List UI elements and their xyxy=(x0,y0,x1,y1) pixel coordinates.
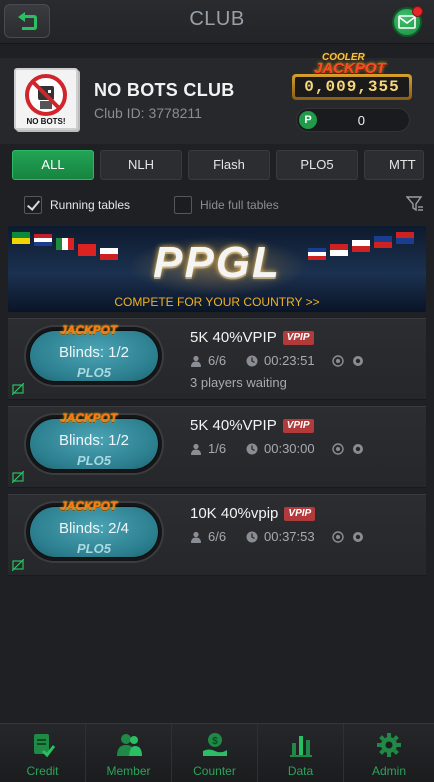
clock-icon xyxy=(246,355,258,367)
waiting-count: 3 players waiting xyxy=(190,375,287,390)
tab-mtt[interactable]: MTT xyxy=(364,150,424,180)
mail-button[interactable] xyxy=(392,6,423,37)
seat-count: 6/6 xyxy=(208,353,227,368)
jackpot-badge: JACKPOT xyxy=(60,411,118,425)
hide-full-tables-label: Hide full tables xyxy=(200,198,279,212)
jackpot-badge: JACKPOT xyxy=(60,323,118,337)
ppgl-logo: PPGL xyxy=(153,238,281,287)
member-icon xyxy=(116,734,142,756)
player-icon xyxy=(191,355,201,367)
svg-text:$: $ xyxy=(212,736,218,747)
jackpot-counter: 0,009,355 xyxy=(292,74,412,100)
mail-icon xyxy=(398,15,416,29)
no-bots-corner-icon xyxy=(12,559,24,571)
vpip-tag: VPIP xyxy=(284,507,316,521)
table-row[interactable]: JACKPOT Blinds: 1/2 PLO5 5K 40%VPIP VPIP … xyxy=(8,406,426,488)
table-row[interactable]: JACKPOT Blinds: 2/4 PLO5 10K 40%vpip VPIP… xyxy=(8,494,426,576)
nav-admin[interactable]: Admin xyxy=(344,724,434,782)
club-name: NO BOTS CLUB xyxy=(94,80,235,100)
timer-icon xyxy=(332,531,344,543)
clock-icon xyxy=(246,531,258,543)
tab-plo5[interactable]: PLO5 xyxy=(276,150,358,180)
ante-icon xyxy=(353,532,363,542)
data-icon xyxy=(289,736,312,757)
nav-data[interactable]: Data xyxy=(258,724,344,782)
notification-dot xyxy=(412,6,423,17)
table-name: 5K 40%VPIP xyxy=(190,329,277,346)
points-balance: P 0 xyxy=(296,108,410,132)
game-type-tabs: ALL NLH Flash PLO5 MTT xyxy=(0,150,434,182)
nav-counter-label: Counter xyxy=(193,764,236,778)
tab-flash[interactable]: Flash xyxy=(188,150,270,180)
jackpot-value: 0,009,355 xyxy=(295,77,409,97)
elapsed-time: 00:23:51 xyxy=(264,353,315,368)
table-title: 5K 40%VPIP VPIP xyxy=(190,329,314,346)
club-info-panel: NO BOTS! NO BOTS CLUB Club ID: 3778211 C… xyxy=(0,52,434,144)
filter-row: Running tables Hide full tables xyxy=(0,192,434,218)
table-chip: JACKPOT Blinds: 2/4 PLO5 xyxy=(24,499,164,563)
player-icon xyxy=(191,531,201,543)
nav-member-label: Member xyxy=(106,764,151,778)
no-bots-corner-icon xyxy=(12,471,24,483)
nav-admin-label: Admin xyxy=(371,764,406,778)
table-title: 5K 40%VPIP VPIP xyxy=(190,417,314,434)
blinds-label: Blinds: 2/4 xyxy=(58,520,130,537)
table-name: 5K 40%VPIP xyxy=(190,417,277,434)
club-logo-label: NO BOTS! xyxy=(26,117,66,126)
ante-icon xyxy=(353,356,363,366)
tab-all[interactable]: ALL xyxy=(12,150,94,180)
jackpot-badge: JACKPOT xyxy=(60,499,118,513)
cooler-jackpot[interactable]: COOLER JACKPOT 0,009,355 xyxy=(292,52,414,108)
tab-nlh[interactable]: NLH xyxy=(100,150,182,180)
game-type-label: PLO5 xyxy=(77,365,111,380)
timer-icon xyxy=(332,443,344,455)
hide-full-tables-checkbox[interactable] xyxy=(174,196,192,214)
blinds-label: Blinds: 1/2 xyxy=(58,432,130,449)
banner-subtitle[interactable]: COMPETE FOR YOUR COUNTRY >> xyxy=(8,295,426,309)
vpip-tag: VPIP xyxy=(282,331,314,345)
table-chip: JACKPOT Blinds: 1/2 PLO5 xyxy=(24,411,164,475)
nav-counter[interactable]: $ Counter xyxy=(172,724,258,782)
page-title: CLUB xyxy=(189,8,245,30)
top-bar: CLUB xyxy=(0,0,434,44)
club-logo[interactable]: NO BOTS! xyxy=(14,68,78,130)
clock-icon xyxy=(246,443,258,455)
ppgl-banner[interactable]: PPGL COMPETE FOR YOUR COUNTRY >> xyxy=(8,226,426,312)
table-chip: JACKPOT Blinds: 1/2 PLO5 xyxy=(24,323,164,387)
club-screen: CLUB NO BOTS! NO BOTS CLUB Club ID: 3778… xyxy=(0,0,434,782)
no-bots-corner-icon xyxy=(12,383,24,395)
ante-icon xyxy=(353,444,363,454)
filter-icon[interactable] xyxy=(406,195,424,213)
nav-credit[interactable]: Credit xyxy=(0,724,86,782)
seat-count: 6/6 xyxy=(208,529,227,544)
running-tables-checkbox[interactable] xyxy=(24,196,42,214)
bottom-nav: Credit Member $ Counter Data Admin xyxy=(0,723,434,782)
timer-icon xyxy=(332,355,344,367)
blinds-label: Blinds: 1/2 xyxy=(58,344,130,361)
game-type-label: PLO5 xyxy=(77,453,111,468)
club-id: Club ID: 3778211 xyxy=(94,105,202,121)
no-bots-icon xyxy=(25,74,67,116)
table-row[interactable]: JACKPOT Blinds: 1/2 PLO5 5K 40%VPIP VPIP … xyxy=(8,318,426,400)
admin-icon xyxy=(377,733,401,757)
nav-member[interactable]: Member xyxy=(86,724,172,782)
nav-data-label: Data xyxy=(287,764,314,778)
nav-credit-label: Credit xyxy=(26,764,59,778)
elapsed-time: 00:37:53 xyxy=(264,529,315,544)
player-icon xyxy=(191,443,201,455)
table-name: 10K 40%vpip xyxy=(190,505,279,522)
game-type-label: PLO5 xyxy=(77,541,111,556)
elapsed-time: 00:30:00 xyxy=(264,441,315,456)
table-title: 10K 40%vpip VPIP xyxy=(190,505,316,522)
credit-icon xyxy=(33,734,55,758)
running-tables-label: Running tables xyxy=(50,198,131,212)
seat-count: 1/6 xyxy=(208,441,227,456)
points-value: 0 xyxy=(357,113,365,128)
counter-icon: $ xyxy=(202,733,227,756)
vpip-tag: VPIP xyxy=(282,419,314,433)
